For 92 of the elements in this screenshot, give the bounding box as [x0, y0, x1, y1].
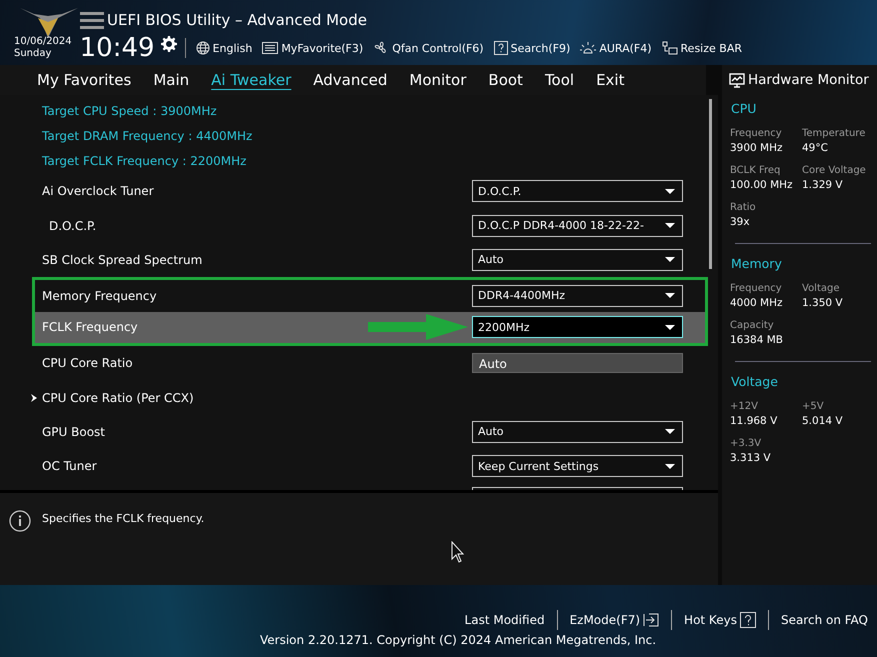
footer-link[interactable]: Search on FAQ: [780, 613, 868, 627]
metric-value: 49°C: [802, 142, 829, 154]
menu-tab[interactable]: Tool: [534, 69, 586, 91]
menu-tab[interactable]: My Favorites: [26, 69, 142, 91]
chevron-icon: [30, 394, 38, 402]
metric-label: +12V: [730, 401, 759, 412]
metric-value: 4000 MHz: [730, 297, 784, 309]
lamp-icon: [580, 41, 596, 55]
setting-label: Ai Overclock Tuner: [42, 184, 154, 198]
footer-link[interactable]: Last Modified: [464, 613, 545, 627]
caret-icon: [665, 257, 675, 262]
toolbar-button[interactable]: MyFavorite(F3): [260, 42, 366, 54]
setting-label[interactable]: CPU Core Ratio (Per CCX): [42, 390, 194, 405]
exit-icon: [643, 613, 660, 627]
menu-tab[interactable]: Monitor: [398, 69, 478, 91]
arrow-icon: [368, 314, 468, 340]
window-title: UEFI BIOS Utility – Advanced Mode: [107, 11, 367, 29]
caret-icon: [665, 188, 675, 194]
selected-row[interactable]: FCLK Frequency 2200MHz: [32, 312, 708, 346]
version-text: Version 2.20.1271. Copyright (C) 2024 American Megatrends, Inc.: [260, 633, 656, 647]
metric-value: 5.014 V: [802, 415, 844, 427]
dropdown[interactable]: D.O.C.P.: [472, 180, 683, 202]
dropdown[interactable]: Auto: [472, 420, 683, 443]
metric-value: 1.350 V: [802, 297, 844, 309]
setting-label: GPU Boost: [42, 424, 106, 439]
footer-link[interactable]: Hot Keys: [684, 612, 756, 628]
metric-label: Core Voltage: [802, 165, 867, 176]
menu-tab[interactable]: Boot: [477, 69, 534, 91]
help-text: Specifies the FCLK frequency.: [42, 512, 204, 525]
metric-value: 39x: [730, 216, 751, 228]
target-info-text: Target FCLK Frequency : 2200MHz: [41, 153, 248, 170]
dropdown[interactable]: Auto: [472, 248, 683, 271]
menu-tab[interactable]: Main: [142, 69, 200, 91]
caret-icon: [665, 429, 675, 434]
setting-label: FCLK Frequency: [42, 320, 138, 334]
toolbar-button[interactable]: Search(F9): [492, 41, 572, 55]
metric-label: Capacity: [730, 320, 775, 331]
caret-icon: [665, 324, 675, 330]
metric-label: +3.3V: [730, 438, 762, 449]
readonly-field: Auto: [472, 353, 683, 374]
help-icon: [494, 41, 508, 55]
metric-value: 1.329 V: [802, 179, 844, 191]
list-icon: [262, 42, 278, 54]
settings-icon[interactable]: [160, 36, 177, 52]
caret-icon: [665, 464, 675, 469]
setting-label: Memory Frequency: [42, 288, 157, 303]
metric-value: 16384 MB: [730, 334, 784, 346]
menu-tab[interactable]: Ai Tweaker: [200, 69, 302, 91]
metric-label: Frequency: [730, 283, 783, 294]
dropdown[interactable]: Keep Current Settings: [472, 455, 683, 478]
metric-label: Temperature: [802, 128, 866, 139]
metric-label: Frequency: [730, 128, 783, 139]
section-title: Memory: [731, 256, 783, 271]
toolbar-button[interactable]: Qfan Control(F6): [371, 41, 486, 55]
menu-tab[interactable]: Exit: [585, 69, 636, 91]
metric-label: BCLK Freq: [730, 165, 782, 176]
target-info-text: Target CPU Speed : 3900MHz: [41, 103, 218, 120]
setting-label: OC Tuner: [42, 459, 97, 474]
caret-icon: [665, 223, 675, 228]
menu-tab[interactable]: Advanced: [302, 69, 398, 91]
monitor-icon: [729, 72, 745, 88]
setting-label: D.O.C.P.: [49, 218, 96, 233]
dropdown[interactable]: 2200MHz: [472, 316, 683, 338]
globe-icon: [196, 41, 210, 55]
metric-value: 100.00 MHz: [730, 179, 794, 191]
info-icon: [9, 510, 31, 532]
metric-label: +5V: [802, 401, 825, 412]
caret-icon: [665, 293, 675, 298]
scrollbar-thumb[interactable]: [709, 99, 712, 269]
date-text: 10/06/2024: [14, 36, 72, 48]
toolbar-button[interactable]: Resize BAR: [660, 41, 744, 55]
dropdown[interactable]: D.O.C.P DDR4-4000 18-22-22-: [472, 214, 683, 237]
metric-label: Ratio: [730, 202, 757, 213]
dropdown[interactable]: DDR4-4400MHz: [472, 284, 683, 307]
help-icon: [740, 612, 756, 628]
panel-title: Hardware Monitor: [748, 72, 869, 88]
metric-value: 3900 MHz: [730, 142, 784, 154]
day-text: Sunday: [14, 48, 52, 60]
section-title: Voltage: [731, 374, 779, 389]
toolbar-button[interactable]: English: [194, 41, 254, 55]
toolbar-button[interactable]: AURA(F4): [578, 41, 654, 55]
metric-value: 3.313 V: [730, 452, 772, 464]
metric-label: Voltage: [802, 283, 841, 294]
section-title: CPU: [731, 101, 758, 116]
clock-time: 10:49: [80, 34, 155, 62]
setting-label: SB Clock Spread Spectrum: [42, 252, 202, 267]
footer-link[interactable]: EzMode(F7): [570, 613, 660, 627]
chip-icon: [662, 41, 678, 55]
target-info-text: Target DRAM Frequency : 4400MHz: [41, 128, 254, 145]
setting-label: CPU Core Ratio: [42, 356, 133, 370]
metric-value: 11.968 V: [730, 415, 778, 427]
mouse-cursor-icon: [451, 541, 465, 563]
